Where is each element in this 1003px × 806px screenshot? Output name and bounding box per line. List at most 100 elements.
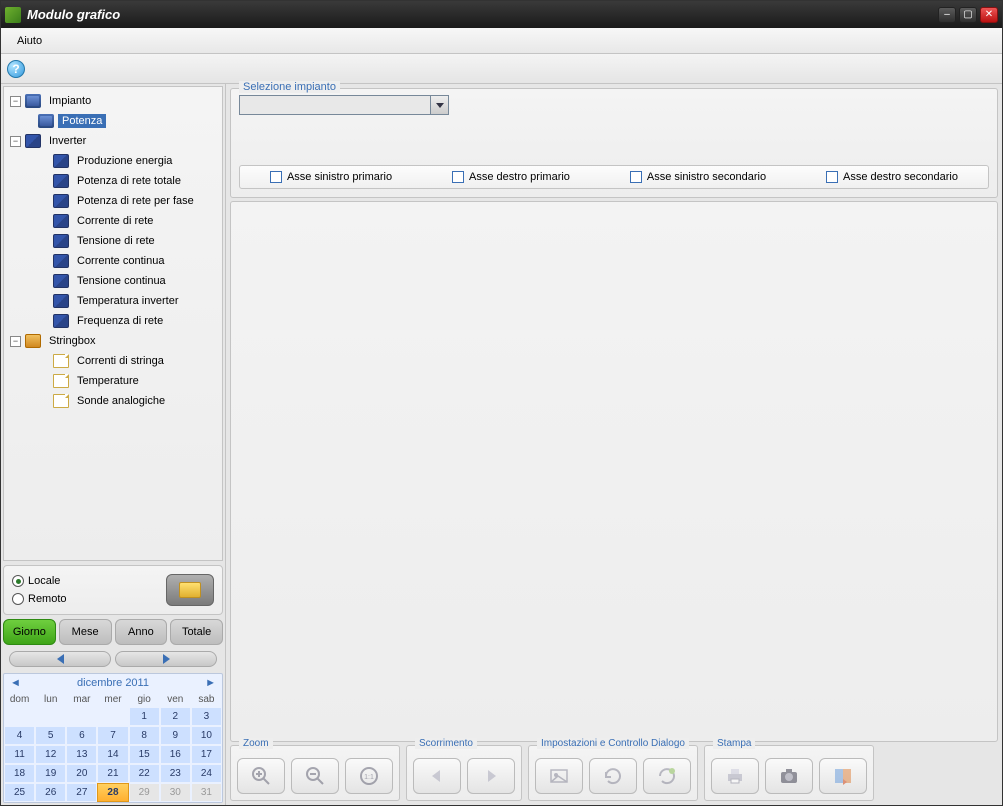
cal-day[interactable]: 18 <box>4 764 35 783</box>
cal-day[interactable]: 2 <box>160 707 191 726</box>
cal-day-other[interactable]: 31 <box>191 783 222 802</box>
cal-day[interactable]: 28 <box>97 783 128 802</box>
panel-icon <box>53 174 69 188</box>
tree-node-stringbox-item[interactable]: Sonde analogiche <box>6 391 220 411</box>
scroll-left-button[interactable] <box>413 758 461 794</box>
tree-node-stringbox[interactable]: − Stringbox <box>6 331 220 351</box>
minimize-button[interactable]: – <box>938 7 956 23</box>
cal-day[interactable]: 10 <box>191 726 222 745</box>
cal-day[interactable]: 11 <box>4 745 35 764</box>
cal-dow: lun <box>35 692 66 707</box>
cal-day[interactable]: 17 <box>191 745 222 764</box>
tree-expander[interactable]: − <box>10 136 21 147</box>
tree-node-potenza[interactable]: Potenza <box>6 111 220 131</box>
close-button[interactable]: ✕ <box>980 7 998 23</box>
tree-node-stringbox-item[interactable]: Correnti di stringa <box>6 351 220 371</box>
tree-panel: − Impianto Potenza − Inverter Produzione… <box>3 86 223 561</box>
cal-day[interactable]: 22 <box>129 764 160 783</box>
cal-day[interactable]: 26 <box>35 783 66 802</box>
cal-day-other[interactable]: 29 <box>129 783 160 802</box>
chk-left-secondary[interactable]: Asse sinistro secondario <box>630 171 766 183</box>
image-settings-button[interactable] <box>535 758 583 794</box>
nav-next-button[interactable] <box>115 651 217 667</box>
tree-node-inverter-item[interactable]: Corrente di rete <box>6 211 220 231</box>
cal-day[interactable]: 25 <box>4 783 35 802</box>
cal-day[interactable]: 15 <box>129 745 160 764</box>
folder-icon <box>179 582 201 598</box>
tab-day[interactable]: Giorno <box>3 619 56 645</box>
cal-day[interactable]: 24 <box>191 764 222 783</box>
tree-node-impianto[interactable]: − Impianto <box>6 91 220 111</box>
tab-year[interactable]: Anno <box>115 619 168 645</box>
bottom-toolbar: Zoom 1:1 Scorrimento Impostazioni e Cont… <box>230 745 998 801</box>
tab-month[interactable]: Mese <box>59 619 112 645</box>
cal-day[interactable]: 14 <box>97 745 128 764</box>
tree-node-inverter-item[interactable]: Potenza di rete per fase <box>6 191 220 211</box>
cal-prev-button[interactable]: ◄ <box>10 677 21 689</box>
cal-day[interactable]: 6 <box>66 726 97 745</box>
tree-node-inverter[interactable]: − Inverter <box>6 131 220 151</box>
radio-remote[interactable]: Remoto <box>12 593 166 605</box>
tree-node-stringbox-item[interactable]: Temperature <box>6 371 220 391</box>
calendar: ◄ dicembre 2011 ► domlunmarmergiovensab1… <box>3 673 223 803</box>
nav-prev-button[interactable] <box>9 651 111 667</box>
tree-label: Potenza di rete totale <box>73 174 185 188</box>
cal-day[interactable]: 21 <box>97 764 128 783</box>
chk-left-primary[interactable]: Asse sinistro primario <box>270 171 392 183</box>
export-button[interactable] <box>819 758 867 794</box>
cal-day[interactable]: 8 <box>129 726 160 745</box>
help-icon[interactable]: ? <box>7 60 25 78</box>
cal-day[interactable]: 20 <box>66 764 97 783</box>
radio-dot <box>12 575 24 587</box>
menu-help[interactable]: Aiuto <box>9 31 50 51</box>
tree-node-inverter-item[interactable]: Frequenza di rete <box>6 311 220 331</box>
cal-day[interactable]: 7 <box>97 726 128 745</box>
dialog-control-button[interactable] <box>643 758 691 794</box>
doc-icon <box>53 354 69 368</box>
tree-node-inverter-item[interactable]: Temperatura inverter <box>6 291 220 311</box>
tree-expander[interactable]: − <box>10 336 21 347</box>
cal-title[interactable]: dicembre 2011 <box>77 677 149 689</box>
plant-select[interactable] <box>239 95 449 115</box>
tree-node-inverter-item[interactable]: Produzione energia <box>6 151 220 171</box>
arrow-left-icon <box>57 654 64 664</box>
cal-day[interactable]: 13 <box>66 745 97 764</box>
radio-local[interactable]: Locale <box>12 575 166 587</box>
tree-label: Potenza di rete per fase <box>73 194 198 208</box>
tree-node-inverter-item[interactable]: Corrente continua <box>6 251 220 271</box>
radio-dot <box>12 593 24 605</box>
panel-icon <box>53 254 69 268</box>
maximize-button[interactable]: ▢ <box>959 7 977 23</box>
cal-day[interactable]: 12 <box>35 745 66 764</box>
cal-day[interactable]: 23 <box>160 764 191 783</box>
print-button[interactable] <box>711 758 759 794</box>
cal-day[interactable]: 16 <box>160 745 191 764</box>
snapshot-button[interactable] <box>765 758 813 794</box>
tree-label: Stringbox <box>45 334 99 348</box>
zoom-reset-button[interactable]: 1:1 <box>345 758 393 794</box>
cal-day[interactable]: 19 <box>35 764 66 783</box>
cal-day[interactable]: 9 <box>160 726 191 745</box>
cal-next-button[interactable]: ► <box>205 677 216 689</box>
open-folder-button[interactable] <box>166 574 214 606</box>
cal-day[interactable]: 3 <box>191 707 222 726</box>
zoom-out-button[interactable] <box>291 758 339 794</box>
zoom-in-button[interactable] <box>237 758 285 794</box>
chk-right-secondary[interactable]: Asse destro secondario <box>826 171 958 183</box>
cal-day[interactable]: 27 <box>66 783 97 802</box>
tab-total[interactable]: Totale <box>170 619 223 645</box>
chk-right-primary[interactable]: Asse destro primario <box>452 171 570 183</box>
tree-node-inverter-item[interactable]: Tensione di rete <box>6 231 220 251</box>
cal-day-other[interactable]: 30 <box>160 783 191 802</box>
tree-node-inverter-item[interactable]: Tensione continua <box>6 271 220 291</box>
tree-node-inverter-item[interactable]: Potenza di rete totale <box>6 171 220 191</box>
tree-label: Produzione energia <box>73 154 176 168</box>
axis-bar: Asse sinistro primario Asse destro prima… <box>239 165 989 189</box>
panel-icon <box>53 194 69 208</box>
refresh-button[interactable] <box>589 758 637 794</box>
cal-day[interactable]: 4 <box>4 726 35 745</box>
cal-day[interactable]: 1 <box>129 707 160 726</box>
cal-day[interactable]: 5 <box>35 726 66 745</box>
tree-expander[interactable]: − <box>10 96 21 107</box>
scroll-right-button[interactable] <box>467 758 515 794</box>
